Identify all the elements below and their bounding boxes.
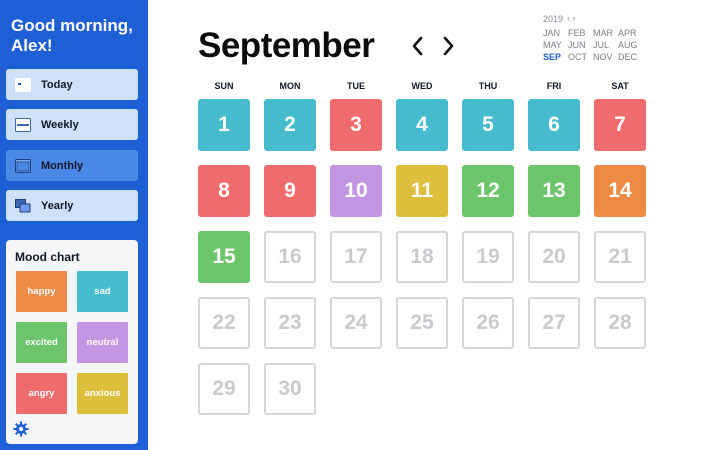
day-cell[interactable]: 19 <box>462 231 514 283</box>
day-cell[interactable]: 8 <box>198 165 250 217</box>
weekday-wed: WED <box>411 81 433 91</box>
chevron-right-icon[interactable] <box>440 36 456 56</box>
mini-month-apr[interactable]: APR <box>618 28 643 39</box>
day-cell[interactable]: 24 <box>330 297 382 349</box>
mini-nav-arrows[interactable]: ‹ › <box>567 13 576 23</box>
nav-monthly-button[interactable]: Monthly <box>6 150 138 181</box>
mood-neutral[interactable]: neutral <box>77 322 128 363</box>
day-cell[interactable]: 20 <box>528 231 580 283</box>
day-cell[interactable]: 14 <box>594 165 646 217</box>
nav-today-button[interactable]: Today <box>6 69 138 100</box>
yearly-icon <box>15 198 31 213</box>
day-cell[interactable]: 18 <box>396 231 448 283</box>
day-cell[interactable]: 5 <box>462 99 514 151</box>
day-cell[interactable]: 7 <box>594 99 646 151</box>
today-icon <box>15 77 31 92</box>
mini-month-jan[interactable]: JAN <box>543 28 568 39</box>
day-cell[interactable]: 2 <box>264 99 316 151</box>
day-cell[interactable]: 25 <box>396 297 448 349</box>
mini-month-jun[interactable]: JUN <box>568 40 593 51</box>
day-cell[interactable]: 1 <box>198 99 250 151</box>
monthly-icon <box>15 158 31 173</box>
mood-anxious[interactable]: anxious <box>77 373 128 414</box>
mood-chart-title: Mood chart <box>15 250 80 264</box>
day-cell[interactable]: 16 <box>264 231 316 283</box>
mini-month-oct[interactable]: OCT <box>568 52 593 63</box>
mini-month-nov[interactable]: NOV <box>593 52 618 63</box>
day-cell[interactable]: 23 <box>264 297 316 349</box>
mood-excited[interactable]: excited <box>16 322 67 363</box>
mood-happy[interactable]: happy <box>16 271 67 312</box>
weekday-sat: SAT <box>611 81 629 91</box>
chevron-left-icon[interactable] <box>410 36 426 56</box>
weekday-fri: FRI <box>546 81 562 91</box>
day-cell[interactable]: 13 <box>528 165 580 217</box>
nav-yearly-label: Yearly <box>41 199 74 212</box>
weekly-icon <box>15 117 31 132</box>
mini-month-sep[interactable]: SEP <box>543 52 568 63</box>
mini-month-grid: JAN FEB MAR APR MAY JUN JUL AUG SEP OCT NOV DEC <box>543 28 643 63</box>
nav-yearly-button[interactable]: Yearly <box>6 190 138 221</box>
day-cell[interactable]: 4 <box>396 99 448 151</box>
mini-month-mar[interactable]: MAR <box>593 28 618 39</box>
mood-angry[interactable]: angry <box>16 373 67 414</box>
mini-month-feb[interactable]: FEB <box>568 28 593 39</box>
weekday-sun: SUN <box>214 81 234 91</box>
day-cell[interactable]: 15 <box>198 231 250 283</box>
mini-month-aug[interactable]: AUG <box>618 40 643 51</box>
mini-month-jul[interactable]: JUL <box>593 40 618 51</box>
day-cell[interactable]: 29 <box>198 363 250 415</box>
greeting: Good morning, Alex! <box>11 16 133 55</box>
mood-chart-panel: Mood chart happy sad excited neutral ang… <box>6 240 138 444</box>
day-cell[interactable]: 26 <box>462 297 514 349</box>
weekday-thu: THU <box>478 81 498 91</box>
gear-icon[interactable] <box>13 421 29 437</box>
day-cell[interactable]: 28 <box>594 297 646 349</box>
weekday-mon: MON <box>279 81 301 91</box>
mini-month-dec[interactable]: DEC <box>618 52 643 63</box>
day-cell[interactable]: 27 <box>528 297 580 349</box>
day-cell[interactable]: 10 <box>330 165 382 217</box>
nav-weekly-button[interactable]: Weekly <box>6 109 138 140</box>
day-cell[interactable]: 21 <box>594 231 646 283</box>
mini-month-may[interactable]: MAY <box>543 40 568 51</box>
mood-sad[interactable]: sad <box>77 271 128 312</box>
day-cell[interactable]: 30 <box>264 363 316 415</box>
mini-nav-year: 2019 <box>543 14 564 24</box>
month-title: September <box>198 26 375 65</box>
nav-weekly-label: Weekly <box>41 118 79 131</box>
day-cell[interactable]: 6 <box>528 99 580 151</box>
day-cell[interactable]: 17 <box>330 231 382 283</box>
weekday-tue: TUE <box>347 81 365 91</box>
day-cell[interactable]: 11 <box>396 165 448 217</box>
day-cell[interactable]: 12 <box>462 165 514 217</box>
nav-monthly-label: Monthly <box>41 159 84 172</box>
nav-today-label: Today <box>41 78 73 91</box>
day-cell[interactable]: 9 <box>264 165 316 217</box>
day-cell[interactable]: 3 <box>330 99 382 151</box>
sidebar: Good morning, Alex! Today Weekly Monthly… <box>0 0 148 450</box>
day-cell[interactable]: 22 <box>198 297 250 349</box>
